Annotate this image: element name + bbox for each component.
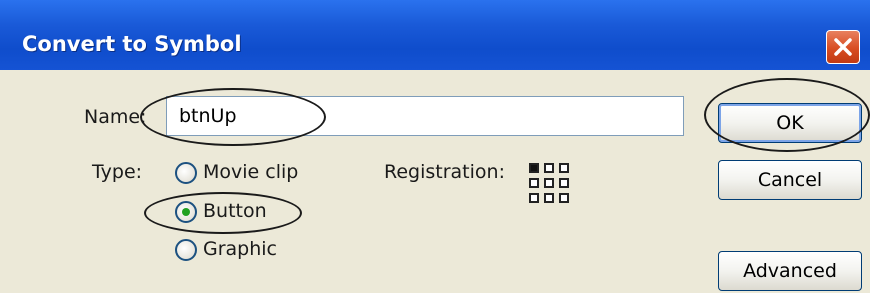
registration-label: Registration: [384,161,505,183]
registration-grid-icon[interactable] [529,163,573,207]
radio-movie-clip[interactable] [175,162,197,184]
name-label: Name: [84,106,147,128]
registration-point-middle-left[interactable] [529,178,539,188]
registration-point-bottom-center[interactable] [544,193,554,203]
registration-point-top-right[interactable] [559,163,569,173]
cancel-button[interactable]: Cancel [718,160,862,200]
type-label: Type: [92,161,143,183]
registration-point-top-center[interactable] [544,163,554,173]
ok-button[interactable]: OK [718,103,862,143]
radio-graphic-label[interactable]: Graphic [203,238,277,260]
title-bar[interactable]: Convert to Symbol [0,0,870,70]
advanced-button[interactable]: Advanced [718,251,862,291]
convert-to-symbol-dialog: Convert to Symbol Name: btnUp Type: Movi… [0,0,870,293]
radio-button[interactable] [175,201,197,223]
name-value: btnUp [179,105,237,127]
radio-button-label[interactable]: Button [203,200,267,222]
window-title: Convert to Symbol [22,32,242,56]
radio-graphic[interactable] [175,239,197,261]
close-button[interactable] [826,30,860,64]
registration-point-middle-right[interactable] [559,178,569,188]
registration-point-top-left[interactable] [529,163,539,173]
registration-point-center[interactable] [544,178,554,188]
registration-point-bottom-right[interactable] [559,193,569,203]
radio-selected-dot [182,208,190,216]
radio-movie-clip-label[interactable]: Movie clip [203,161,298,183]
close-icon [834,38,852,56]
name-input[interactable]: btnUp [166,96,684,136]
registration-point-bottom-left[interactable] [529,193,539,203]
